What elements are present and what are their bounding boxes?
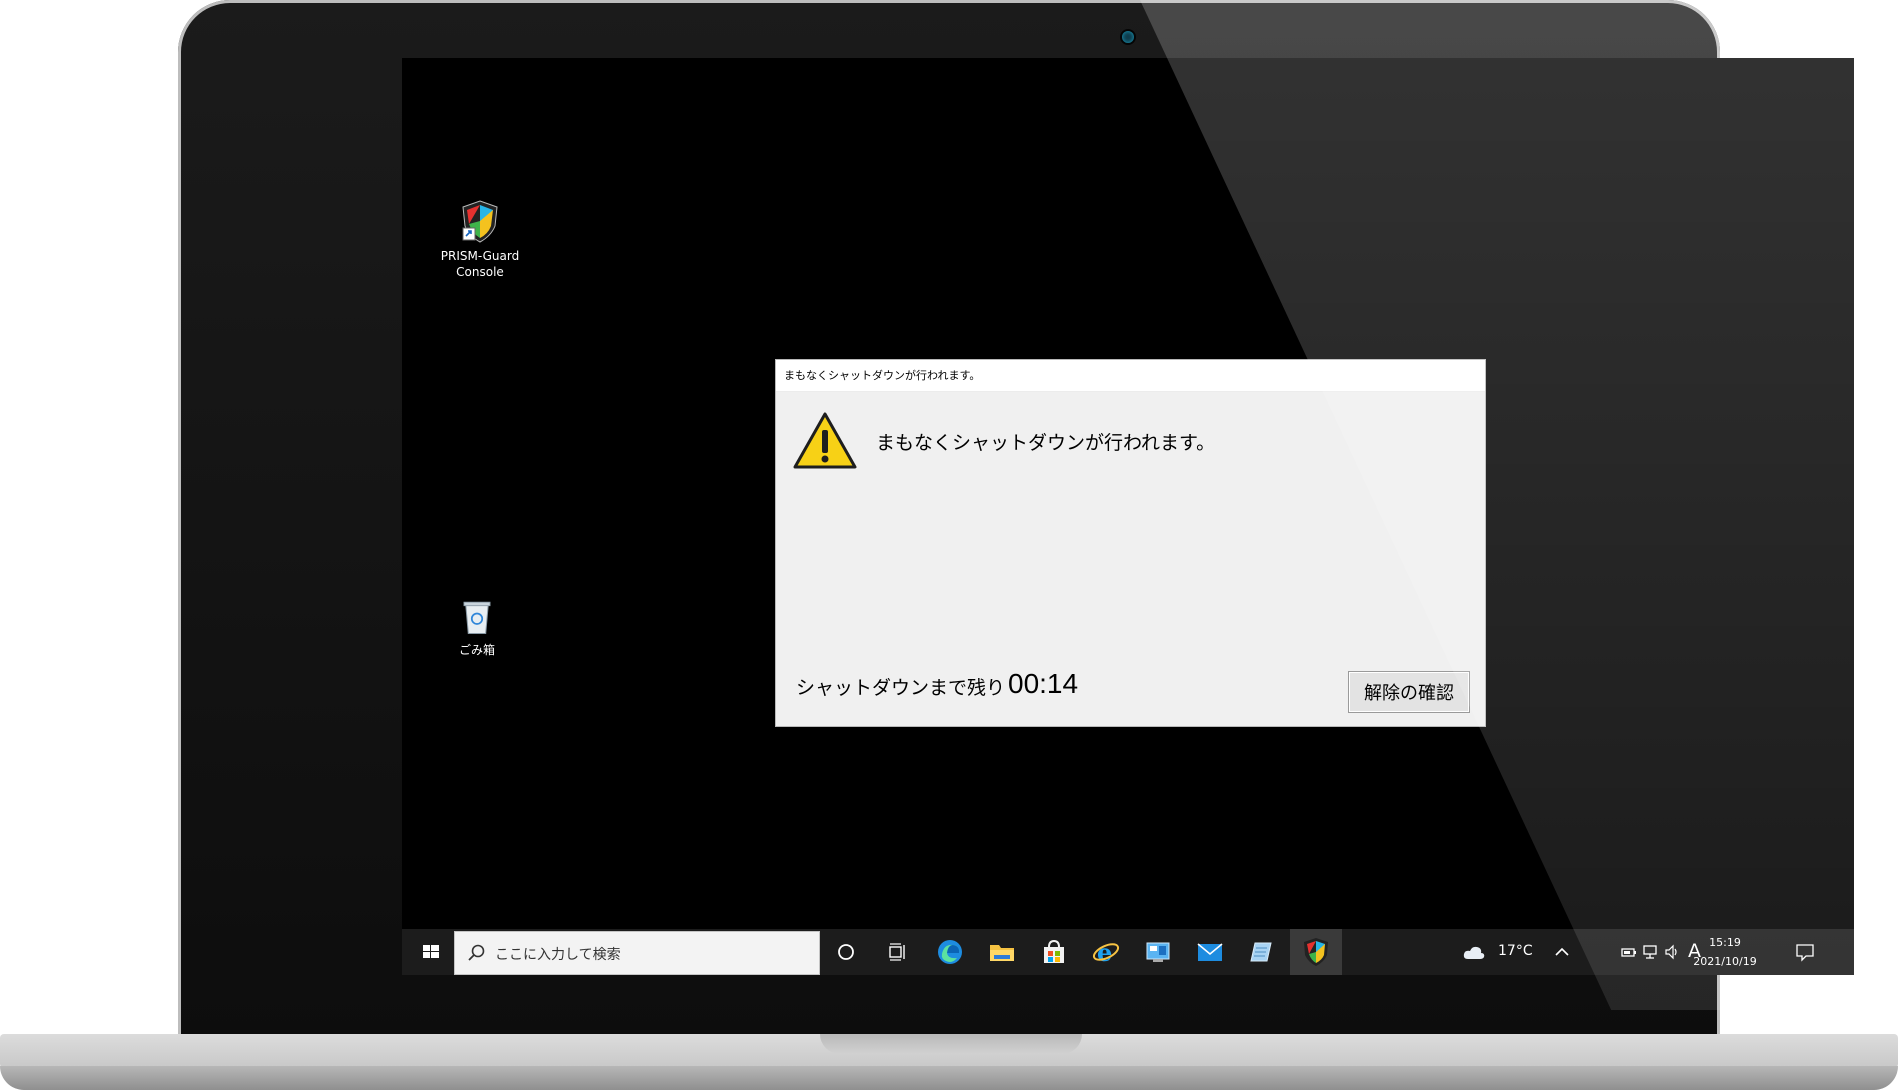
dialog-title: まもなくシャットダウンが行われます。 [776,360,1485,392]
search-icon [468,944,485,961]
notepad-icon [1250,942,1272,962]
store-icon [1044,939,1064,963]
cortana-button[interactable] [830,936,862,968]
clock-time: 15:19 [1709,936,1741,949]
prism-guard-taskbar-button[interactable] [1290,929,1342,975]
internet-explorer-icon: e [1092,938,1120,966]
windows-start-icon [423,945,439,958]
cortana-icon [838,944,854,960]
file-explorer-icon [990,945,1014,961]
desktop-screen: PRISM-Guard Console ごみ箱 まもなくシャットダウンが行われま… [402,58,1854,975]
mail-icon [1197,943,1223,961]
network-icon[interactable] [1642,944,1660,960]
desktop-icon-label: ごみ箱 [458,643,495,657]
prism-guard-icon [1304,938,1328,966]
chevron-up-icon[interactable] [1554,945,1570,959]
weather-temperature[interactable]: 17°C [1498,943,1533,959]
store-button[interactable] [1038,936,1070,968]
edge-button[interactable] [934,936,966,968]
taskbar: ここに入力して検索 e 17°C A 15:19 2021/10/19 [402,929,1854,975]
prism-guard-icon [462,200,498,243]
svg-text:e: e [1097,938,1112,966]
taskbar-clock[interactable]: 15:19 2021/10/19 [1680,933,1770,971]
control-panel-button[interactable] [1142,936,1174,968]
desktop-icon-prism-guard[interactable]: PRISM-Guard Console [433,198,527,280]
taskbar-search[interactable]: ここに入力して検索 [454,931,820,975]
battery-icon[interactable] [1620,945,1638,959]
mail-button[interactable] [1194,936,1226,968]
laptop-base-bottom [0,1066,1898,1090]
notification-icon[interactable] [1794,942,1816,962]
cloud-icon [1463,946,1485,959]
laptop-notch [820,1034,1082,1054]
shutdown-dialog: まもなくシャットダウンが行われます。 まもなくシャットダウンが行われます。 シャ… [775,359,1486,727]
task-view-button[interactable] [882,936,914,968]
recycle-bin-icon [463,601,491,635]
control-panel-icon [1146,942,1170,962]
edge-icon [938,940,962,964]
warning-icon [793,412,857,469]
task-view-icon [889,943,905,961]
laptop-lid: PRISM-Guard Console ごみ箱 まもなくシャットダウンが行われま… [178,0,1854,1040]
notepad-button[interactable] [1246,936,1278,968]
desktop-icon-recycle-bin[interactable]: ごみ箱 [430,596,524,658]
remaining-label: シャットダウンまで残り [796,677,1006,699]
search-placeholder: ここに入力して検索 [495,947,621,963]
webcam [1122,31,1134,43]
file-explorer-button[interactable] [986,936,1018,968]
confirm-release-button[interactable]: 解除の確認 [1348,671,1470,713]
desktop-icon-label: PRISM-Guard [440,249,520,263]
start-button[interactable] [414,929,448,975]
clock-date: 2021/10/19 [1693,955,1757,968]
dialog-message: まもなくシャットダウンが行われます。 [876,432,1216,454]
countdown-timer: 00:14 [1008,668,1079,699]
desktop-icon-label: Console [456,265,504,279]
internet-explorer-button[interactable]: e [1090,936,1122,968]
